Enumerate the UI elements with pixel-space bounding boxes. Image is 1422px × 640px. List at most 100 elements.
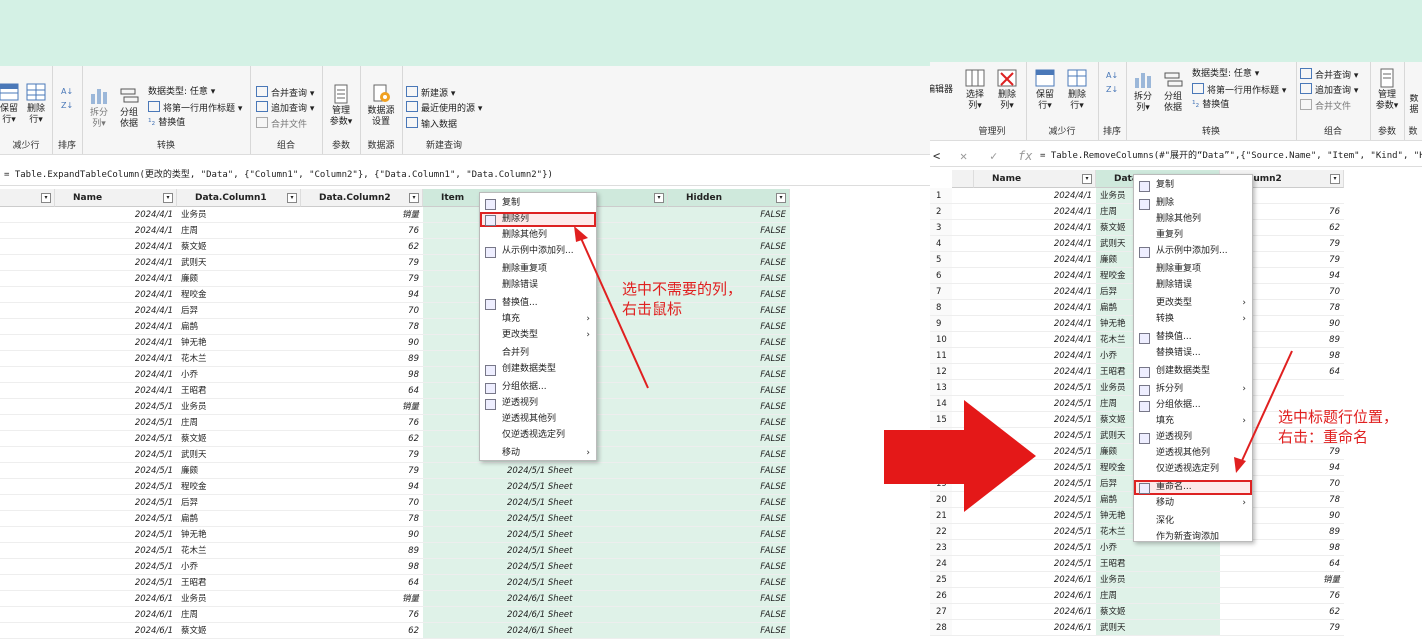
table-cell[interactable] (0, 575, 55, 591)
menu-item[interactable]: 删除列 (480, 212, 596, 227)
filter-dropdown-icon[interactable]: ▾ (776, 193, 786, 203)
table-cell[interactable]: 武则天 (177, 447, 301, 463)
row-number[interactable]: 22 (930, 524, 952, 540)
sort-button[interactable]: A↓ Z↓ (1103, 68, 1121, 98)
filter-dropdown-icon[interactable]: ▾ (654, 193, 664, 203)
menu-item[interactable]: 移动 › (1134, 496, 1252, 511)
table-cell[interactable]: 2024/5/1 (952, 524, 1096, 540)
table-cell[interactable]: 79 (301, 463, 423, 479)
table-cell[interactable]: 62 (301, 239, 423, 255)
table-cell[interactable] (0, 607, 55, 623)
table-cell[interactable]: 扁鹊 (177, 319, 301, 335)
table-cell[interactable] (0, 335, 55, 351)
table-cell[interactable]: 78 (301, 511, 423, 527)
table-cell[interactable]: 2024/5/1 Sheet (423, 463, 668, 479)
table-cell[interactable]: 2024/4/1 (952, 332, 1096, 348)
menu-item[interactable]: 移动 › (480, 446, 596, 461)
table-cell[interactable]: 62 (301, 431, 423, 447)
table-cell[interactable] (0, 511, 55, 527)
datasource-button[interactable]: 数据 (1406, 94, 1422, 116)
table-cell[interactable] (0, 543, 55, 559)
table-cell[interactable]: FALSE (668, 399, 790, 415)
table-cell[interactable]: FALSE (668, 463, 790, 479)
formula-text[interactable]: = Table.ExpandTableColumn(更改的类型, "Data",… (0, 170, 553, 180)
table-cell[interactable] (0, 527, 55, 543)
menu-item[interactable]: 删除 (1134, 196, 1252, 211)
keep-rows-button[interactable]: 保留 行▾ (1030, 68, 1060, 112)
table-cell[interactable]: 64 (301, 383, 423, 399)
table-corner[interactable] (952, 170, 974, 188)
table-cell[interactable]: 2024/5/1 (55, 447, 177, 463)
table-row[interactable]: 2024/5/1 后羿 70 2024/5/1 Sheet FALSE (0, 495, 930, 511)
table-cell[interactable]: 2024/4/1 (952, 188, 1096, 204)
menu-item[interactable]: 删除其他列 (1134, 212, 1252, 227)
table-cell[interactable]: 程咬金 (177, 479, 301, 495)
manage-params-button[interactable]: 管理 参数▾ (1372, 68, 1402, 112)
remove-rows-button[interactable]: 删除 行▾ (1062, 68, 1092, 112)
group-by-button[interactable]: 分组 依据 (1160, 70, 1186, 114)
table-cell[interactable]: 程咬金 (177, 287, 301, 303)
table-cell[interactable]: 后羿 (177, 303, 301, 319)
table-cell[interactable]: 钟无艳 (177, 527, 301, 543)
row-number[interactable]: 5 (930, 252, 952, 268)
table-cell[interactable]: 2024/5/1 (55, 511, 177, 527)
table-cell[interactable]: 76 (301, 223, 423, 239)
table-cell[interactable]: 79 (301, 255, 423, 271)
merge-queries-button[interactable]: 合并查询 ▾ (1300, 68, 1358, 82)
table-cell[interactable]: 62 (301, 623, 423, 639)
table-cell[interactable]: 89 (301, 351, 423, 367)
split-column-button[interactable]: 拆分 列▾ (86, 86, 112, 130)
table-cell[interactable]: 94 (301, 287, 423, 303)
menu-item[interactable]: 删除错误 (1134, 278, 1252, 293)
table-cell[interactable]: 后羿 (177, 495, 301, 511)
table-cell[interactable] (0, 623, 55, 639)
table-row[interactable]: 2024/5/1 扁鹊 78 2024/5/1 Sheet FALSE (0, 511, 930, 527)
column-header-name[interactable]: Name ▾ (974, 170, 1096, 188)
row-number[interactable]: 6 (930, 268, 952, 284)
table-cell[interactable]: 2024/6/1 Sheet (423, 623, 668, 639)
filter-dropdown-icon[interactable]: ▾ (41, 193, 51, 203)
table-row[interactable]: 2024/4/1 王昭君 64 FALSE (0, 383, 930, 399)
table-cell[interactable]: FALSE (668, 431, 790, 447)
table-cell[interactable]: 武则天 (177, 255, 301, 271)
table-cell[interactable]: 扁鹊 (177, 511, 301, 527)
filter-dropdown-icon[interactable]: ▾ (409, 193, 419, 203)
table-cell[interactable]: FALSE (668, 367, 790, 383)
menu-item[interactable]: 复制 (480, 196, 596, 211)
table-cell[interactable]: 62 (1220, 604, 1344, 620)
table-cell[interactable]: FALSE (668, 479, 790, 495)
split-column-button[interactable]: 拆分 列▾ (1130, 70, 1156, 114)
table-cell[interactable]: 90 (301, 335, 423, 351)
table-cell[interactable]: 业务员 (177, 207, 301, 223)
table-cell[interactable]: 销量 (301, 207, 423, 223)
table-cell[interactable]: FALSE (668, 255, 790, 271)
table-cell[interactable] (0, 383, 55, 399)
table-cell[interactable]: 78 (301, 319, 423, 335)
table-cell[interactable]: FALSE (668, 527, 790, 543)
column-header-data-column2[interactable]: Data.Column2 ▾ (301, 189, 423, 207)
table-cell[interactable]: 79 (1220, 620, 1344, 636)
table-row[interactable]: 2024/4/1 后羿 70 FALSE (0, 303, 930, 319)
menu-item[interactable]: 更改类型 › (1134, 296, 1252, 311)
table-cell[interactable]: 2024/4/1 (55, 255, 177, 271)
table-cell[interactable]: 2024/4/1 (55, 351, 177, 367)
table-cell[interactable]: 庄周 (177, 415, 301, 431)
table-cell[interactable]: 花木兰 (177, 543, 301, 559)
table-cell[interactable]: FALSE (668, 239, 790, 255)
table-cell[interactable]: 2024/4/1 (952, 348, 1096, 364)
table-cell[interactable]: 2024/5/1 Sheet (423, 527, 668, 543)
row-number[interactable]: 9 (930, 316, 952, 332)
row-number[interactable]: 10 (930, 332, 952, 348)
table-cell[interactable]: 2024/6/1 (55, 623, 177, 639)
table-cell[interactable]: FALSE (668, 447, 790, 463)
table-cell[interactable]: 业务员 (1096, 572, 1220, 588)
filter-dropdown-icon[interactable]: ▾ (287, 193, 297, 203)
table-cell[interactable]: 2024/4/1 (55, 319, 177, 335)
row-number[interactable]: 11 (930, 348, 952, 364)
cancel-icon[interactable]: ✕ (960, 146, 967, 166)
table-cell[interactable]: 2024/6/1 Sheet (423, 591, 668, 607)
table-cell[interactable]: 销量 (301, 591, 423, 607)
table-row[interactable]: 2024/4/1 武则天 79 FALSE (0, 255, 930, 271)
table-cell[interactable] (0, 239, 55, 255)
table-cell[interactable]: 2024/5/1 (952, 556, 1096, 572)
